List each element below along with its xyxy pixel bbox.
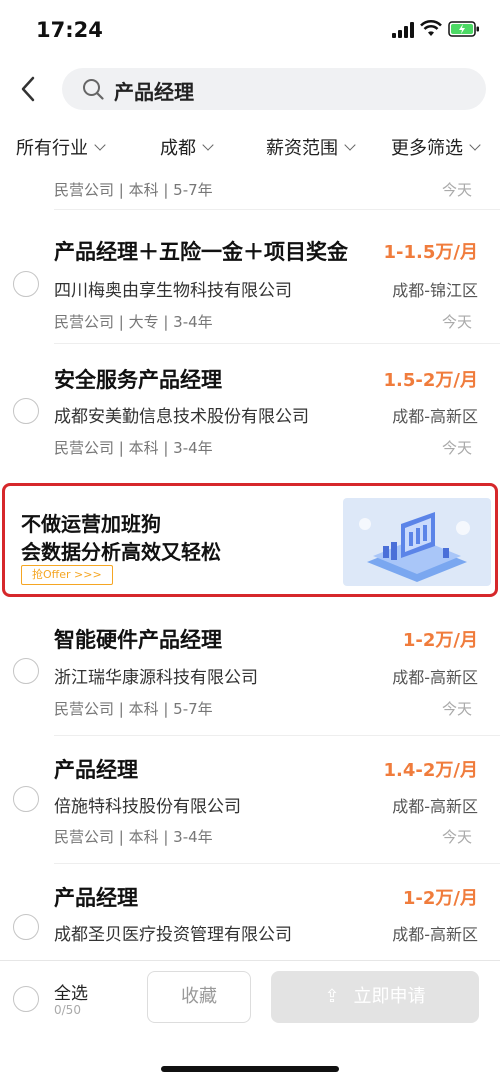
job-item[interactable]: 民营公司 | 本科 | 5-7年 今天 xyxy=(0,170,500,210)
banner-illustration xyxy=(343,498,491,586)
cellular-signal-icon xyxy=(392,22,414,38)
job-title: 安全服务产品经理 xyxy=(54,368,222,392)
job-select-radio[interactable] xyxy=(13,914,39,940)
job-item[interactable]: 产品经理 1.4-2万/月 倍施特科技股份有限公司 成都-高新区 民营公司 | … xyxy=(0,736,500,864)
clock-time: 17:24 xyxy=(36,18,103,42)
select-all-label[interactable]: 全选 xyxy=(54,979,88,1004)
job-title: 智能硬件产品经理 xyxy=(54,628,222,652)
job-item[interactable]: 安全服务产品经理 1.5-2万/月 成都安美勤信息技术股份有限公司 成都-高新区… xyxy=(0,344,500,466)
status-bar: 17:24 xyxy=(0,0,500,60)
promo-banner[interactable]: 不做运营加班狗 会数据分析高效又轻松 抢Offer >>> xyxy=(2,483,498,597)
divider xyxy=(54,209,500,210)
filter-industry[interactable]: 所有行业 xyxy=(16,134,106,160)
job-company: 成都圣贝医疗投资管理有限公司 xyxy=(54,925,292,945)
chevron-down-icon xyxy=(469,139,481,151)
job-meta: 民营公司 | 本科 | 3-4年 xyxy=(54,828,213,846)
job-title: 产品经理 xyxy=(54,886,138,910)
favorite-button[interactable]: 收藏 xyxy=(147,971,251,1023)
apply-label: 立即申请 xyxy=(353,986,426,1007)
filter-more[interactable]: 更多筛选 xyxy=(391,134,481,160)
job-meta: 民营公司 | 本科 | 5-7年 xyxy=(54,181,213,199)
job-date: 今天 xyxy=(441,700,472,718)
job-salary: 1.4-2万/月 xyxy=(383,760,478,781)
job-salary: 1-2万/月 xyxy=(402,888,478,909)
job-select-radio[interactable] xyxy=(13,271,39,297)
job-company: 四川梅奥由享生物科技有限公司 xyxy=(54,281,292,301)
job-company: 倍施特科技股份有限公司 xyxy=(54,797,241,817)
filter-label: 薪资范围 xyxy=(266,138,338,159)
banner-offer-button[interactable]: 抢Offer >>> xyxy=(21,565,113,585)
job-company: 浙江瑞华康源科技有限公司 xyxy=(54,668,258,688)
job-title: 产品经理＋五险一金＋项目奖金 xyxy=(54,240,348,264)
job-date: 今天 xyxy=(441,439,472,457)
job-item[interactable]: 智能硬件产品经理 1-2万/月 浙江瑞华康源科技有限公司 成都-高新区 民营公司… xyxy=(0,608,500,736)
job-title: 产品经理 xyxy=(54,758,138,782)
chevron-down-icon xyxy=(94,139,106,151)
job-select-radio[interactable] xyxy=(13,658,39,684)
search-query: 产品经理 xyxy=(114,80,194,104)
job-meta: 民营公司 | 大专 | 3-4年 xyxy=(54,313,213,331)
search-row: 产品经理 xyxy=(0,64,500,114)
banner-headline: 不做运营加班狗 xyxy=(21,512,161,536)
filter-bar: 所有行业 成都 薪资范围 更多筛选 xyxy=(0,126,500,170)
battery-charging-icon xyxy=(448,21,479,37)
job-meta: 民营公司 | 本科 | 5-7年 xyxy=(54,700,213,718)
job-salary: 1.5-2万/月 xyxy=(383,370,478,391)
home-indicator xyxy=(161,1066,339,1072)
filter-label: 所有行业 xyxy=(16,138,88,159)
job-date: 今天 xyxy=(441,828,472,846)
job-meta: 民营公司 | 本科 | 3-4年 xyxy=(54,439,213,457)
job-salary: 1-2万/月 xyxy=(402,630,478,651)
isometric-analytics-icon xyxy=(359,512,470,582)
job-item[interactable]: 产品经理 1-2万/月 成都圣贝医疗投资管理有限公司 成都-高新区 xyxy=(0,864,500,960)
job-location: 成都-高新区 xyxy=(392,668,478,687)
bottom-action-bar: 全选 0/50 收藏 ⇪ 立即申请 xyxy=(0,960,500,1082)
upload-icon: ⇪ xyxy=(324,986,340,1007)
job-item[interactable]: 产品经理＋五险一金＋项目奖金 1-1.5万/月 四川梅奥由享生物科技有限公司 成… xyxy=(0,216,500,344)
chevron-down-icon xyxy=(202,139,214,151)
back-arrow-icon[interactable] xyxy=(18,74,40,104)
filter-label: 更多筛选 xyxy=(391,138,463,159)
job-salary: 1-1.5万/月 xyxy=(383,242,478,263)
job-location: 成都-高新区 xyxy=(392,407,478,426)
selected-count: 0/50 xyxy=(54,1003,81,1017)
apply-button[interactable]: ⇪ 立即申请 xyxy=(271,971,479,1023)
search-icon xyxy=(83,79,104,100)
select-all-radio[interactable] xyxy=(13,986,39,1012)
job-location: 成都-高新区 xyxy=(392,797,478,816)
filter-city[interactable]: 成都 xyxy=(160,134,214,160)
filter-label: 成都 xyxy=(160,138,196,159)
job-location: 成都-锦江区 xyxy=(392,281,478,300)
wifi-icon xyxy=(420,20,442,36)
job-location: 成都-高新区 xyxy=(392,925,478,944)
job-date: 今天 xyxy=(441,181,472,199)
job-company: 成都安美勤信息技术股份有限公司 xyxy=(54,407,309,427)
filter-salary[interactable]: 薪资范围 xyxy=(266,134,356,160)
job-select-radio[interactable] xyxy=(13,786,39,812)
banner-subheadline: 会数据分析高效又轻松 xyxy=(21,540,221,564)
search-input[interactable]: 产品经理 xyxy=(62,68,486,110)
job-select-radio[interactable] xyxy=(13,398,39,424)
job-date: 今天 xyxy=(441,313,472,331)
chevron-down-icon xyxy=(344,139,356,151)
